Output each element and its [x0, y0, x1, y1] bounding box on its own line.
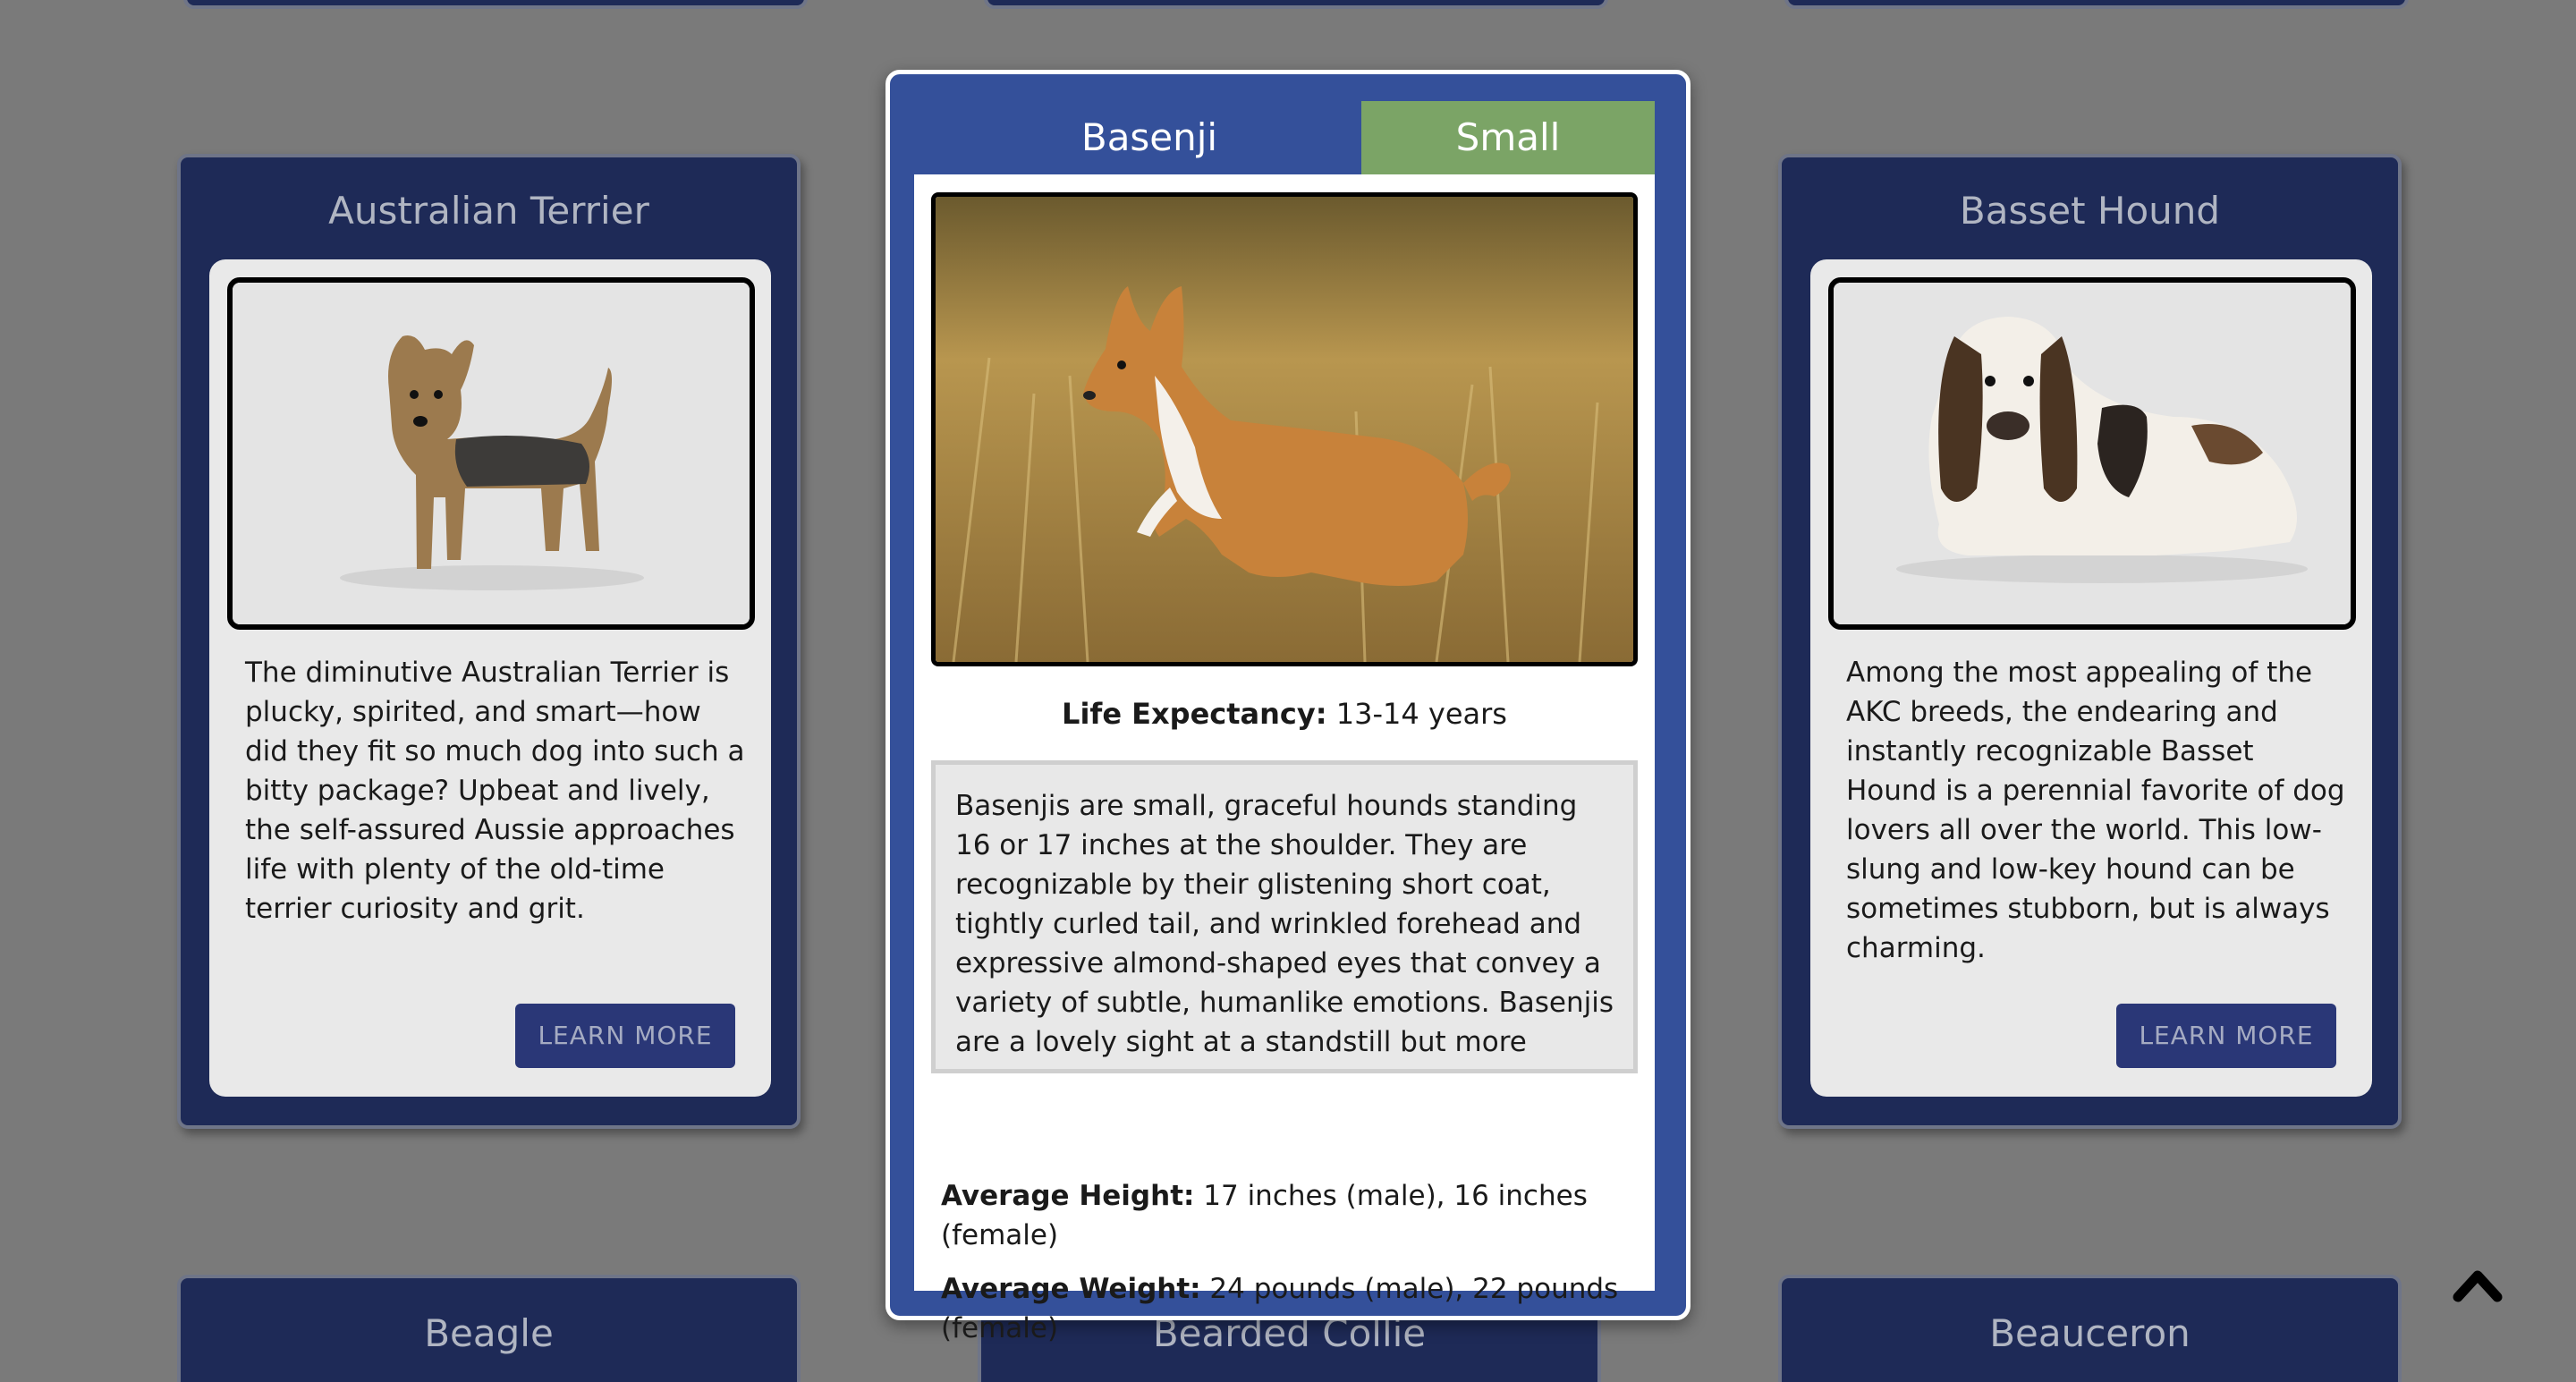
card-description: The diminutive Australian Terrier is plu… [245, 657, 745, 925]
breed-description-scrollbox[interactable]: Basenjis are small, graceful hounds stan… [931, 760, 1638, 1073]
breed-card-australian-terrier: Australian Terrier The diminutive Austra… [177, 154, 801, 1129]
modal-body: Life Expectancy: 13-14 years Basenjis ar… [914, 174, 1655, 1344]
life-expectancy-value: 13-14 years [1335, 697, 1507, 731]
card-content: The diminutive Australian Terrier is plu… [209, 259, 771, 1097]
card-title: Beauceron [1989, 1311, 2190, 1355]
card-partial-top-right [1784, 0, 2409, 9]
basset-hound-image [1834, 283, 2351, 624]
breed-card-basset-hound: Basset Hound Among the most appealing of… [1778, 154, 2402, 1129]
average-height: Average Height: 17 inches (male), 16 inc… [941, 1176, 1621, 1255]
australian-terrier-image [233, 283, 750, 624]
life-expectancy-label: Life Expectancy: [1062, 697, 1327, 731]
average-height-label: Average Height: [941, 1180, 1195, 1212]
card-title: Basset Hound [1959, 189, 2221, 233]
breed-card-beagle[interactable]: Beagle [177, 1275, 801, 1382]
modal-breed-name: Basenji [1080, 115, 1218, 159]
card-title: Australian Terrier [328, 189, 649, 233]
learn-more-button[interactable]: LEARN MORE [2116, 1004, 2336, 1068]
dog-photo [227, 277, 755, 630]
basenji-image [936, 197, 1633, 662]
life-expectancy: Life Expectancy: 13-14 years [914, 697, 1655, 731]
size-badge: Small [1361, 101, 1655, 174]
card-partial-top-left [183, 0, 808, 9]
average-weight-label: Average Weight: [941, 1273, 1201, 1305]
card-content: Among the most appealing of the AKC bree… [1810, 259, 2372, 1097]
average-weight: Average Weight: 24 pounds (male), 22 pou… [941, 1269, 1621, 1348]
card-description: Among the most appealing of the AKC bree… [1846, 657, 2345, 964]
dog-photo [1828, 277, 2356, 630]
chevron-up-icon[interactable] [2451, 1261, 2504, 1306]
learn-more-button[interactable]: LEARN MORE [515, 1004, 735, 1068]
card-partial-top-center [984, 0, 1608, 9]
breed-description: Basenjis are small, graceful hounds stan… [955, 790, 1614, 1069]
breed-detail-modal: Basenji Small Life Expectancy: 13-14 yea… [886, 70, 1690, 1344]
card-title: Beagle [424, 1311, 554, 1355]
breed-card-beauceron[interactable]: Beauceron [1778, 1275, 2402, 1382]
dog-photo [931, 192, 1638, 666]
